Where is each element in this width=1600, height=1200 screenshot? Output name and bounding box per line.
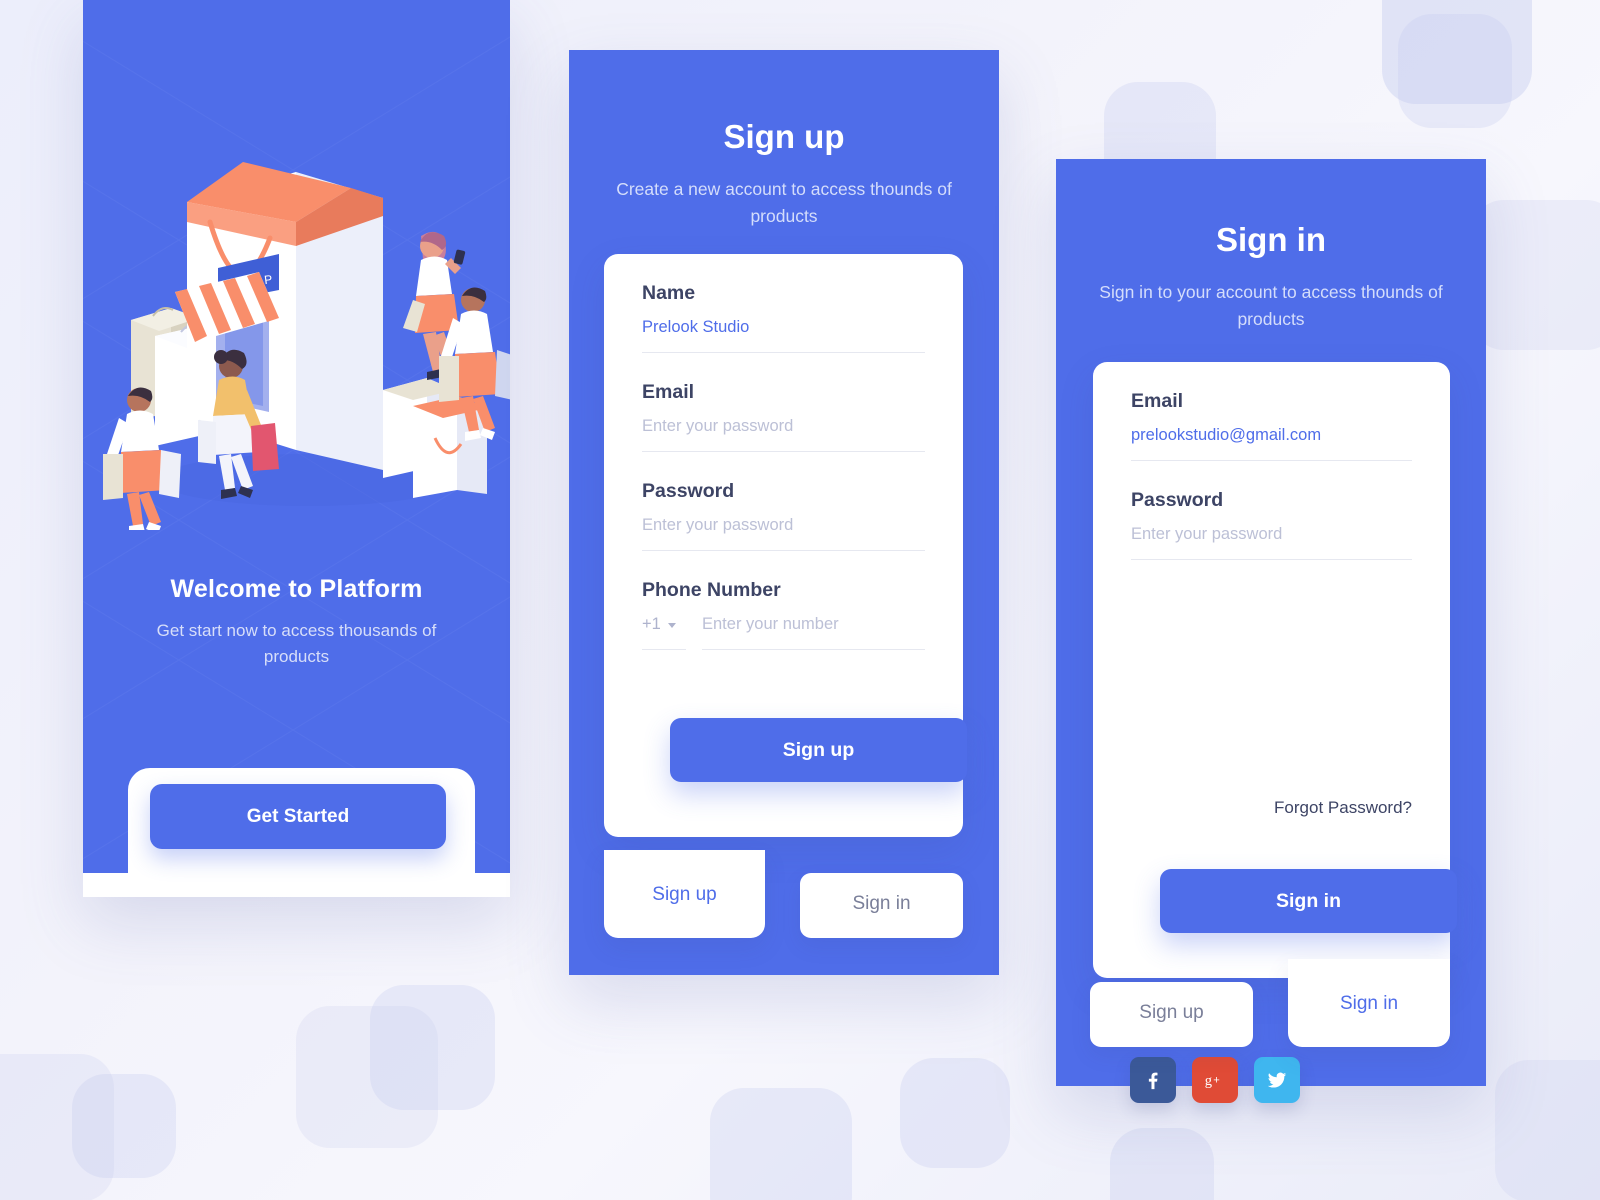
signin-password-underline (1131, 559, 1412, 560)
tab-signup-label: Sign up (652, 884, 717, 905)
signup-screen: Sign up Create a new account to access t… (569, 50, 999, 975)
decor-square (1398, 14, 1512, 128)
decor-square (900, 1058, 1010, 1168)
signin-submit-button[interactable]: Sign in (1160, 869, 1457, 933)
welcome-subtitle: Get start now to access thousands of pro… (156, 621, 437, 666)
email-label: Email (642, 381, 695, 403)
signup-title: Sign up (723, 118, 845, 155)
decor-square (1110, 1128, 1214, 1200)
signup-header: Sign up Create a new account to access t… (569, 50, 999, 230)
phone-number-input-wrap[interactable]: Enter your number (702, 609, 925, 650)
twitter-icon[interactable] (1254, 1057, 1300, 1103)
signin-email-label: Email (1131, 390, 1184, 412)
tab-signup-inactive[interactable]: Sign up (1090, 982, 1253, 1047)
signin-email-input[interactable]: prelookstudio@gmail.com (1131, 414, 1412, 450)
welcome-footer-panel: Get Started (83, 768, 510, 897)
decor-square (296, 1006, 438, 1148)
shopping-illustration: SHOP (83, 150, 515, 535)
svg-text:g: g (1205, 1073, 1212, 1089)
decor-square (72, 1074, 176, 1178)
tab-signup-label-2: Sign up (1139, 1002, 1204, 1023)
decor-square (1382, 0, 1532, 104)
email-input[interactable]: Enter your password (642, 405, 925, 441)
welcome-copy: Welcome to Platform Get start now to acc… (83, 575, 510, 670)
phone-number-field[interactable]: Phone Number +1 Enter your number (642, 551, 925, 650)
svg-text:+: + (1213, 1074, 1220, 1086)
tab-signin-active[interactable]: Sign in (1288, 959, 1450, 1047)
signin-password-label: Password (1131, 489, 1224, 511)
social-buttons-row: g + (1130, 1057, 1300, 1103)
phone-number-underline (702, 649, 925, 650)
password-label: Password (642, 480, 735, 502)
country-code-select[interactable]: +1 (642, 609, 686, 650)
name-input[interactable]: Prelook Studio (642, 306, 925, 342)
facebook-icon[interactable] (1130, 1057, 1176, 1103)
signin-form-card: Email prelookstudio@gmail.com Password E… (1093, 362, 1457, 1103)
footer-bar (83, 873, 510, 897)
welcome-title: Welcome to Platform (170, 575, 423, 603)
email-field[interactable]: Email Enter your password (642, 353, 925, 452)
chevron-down-icon (667, 622, 676, 628)
signin-header: Sign in Sign in to your account to acces… (1056, 159, 1486, 333)
signup-form-card: Name Prelook Studio Email Enter your pas… (604, 254, 967, 837)
signin-password-input[interactable]: Enter your password (1131, 513, 1412, 549)
signin-title: Sign in (1216, 221, 1326, 258)
signin-screen: Sign in Sign in to your account to acces… (1056, 159, 1486, 1103)
signin-email-field[interactable]: Email prelookstudio@gmail.com (1131, 362, 1412, 461)
phone-number-label: Phone Number (642, 579, 781, 601)
signup-submit-button[interactable]: Sign up (670, 718, 967, 782)
name-field[interactable]: Name Prelook Studio (642, 254, 925, 353)
tab-signup-active[interactable]: Sign up (604, 850, 765, 938)
name-label: Name (642, 282, 696, 304)
phone-number-input[interactable]: Enter your number (702, 609, 925, 639)
tab-signin-inactive[interactable]: Sign in (800, 873, 963, 938)
decor-square (0, 1054, 114, 1200)
get-started-button[interactable]: Get Started (150, 784, 446, 849)
tab-signin-label-2: Sign in (1339, 993, 1399, 1014)
signin-subtitle: Sign in to your account to access thound… (1099, 282, 1443, 329)
password-input[interactable]: Enter your password (642, 504, 925, 540)
password-field[interactable]: Password Enter your password (642, 452, 925, 551)
tab-signin-label: Sign in (852, 893, 911, 914)
country-code-value: +1 (642, 615, 661, 633)
signin-password-field[interactable]: Password Enter your password (1131, 461, 1412, 560)
google-plus-icon[interactable]: g + (1192, 1057, 1238, 1103)
welcome-screen: SHOP (83, 0, 515, 897)
decor-square (370, 985, 495, 1110)
country-code-underline (642, 649, 686, 650)
decor-square (1470, 200, 1600, 350)
forgot-password-link[interactable]: Forgot Password? (1274, 798, 1412, 818)
decor-square (1495, 1060, 1600, 1200)
decor-square (710, 1088, 852, 1200)
signup-subtitle: Create a new account to access thounds o… (616, 179, 952, 226)
